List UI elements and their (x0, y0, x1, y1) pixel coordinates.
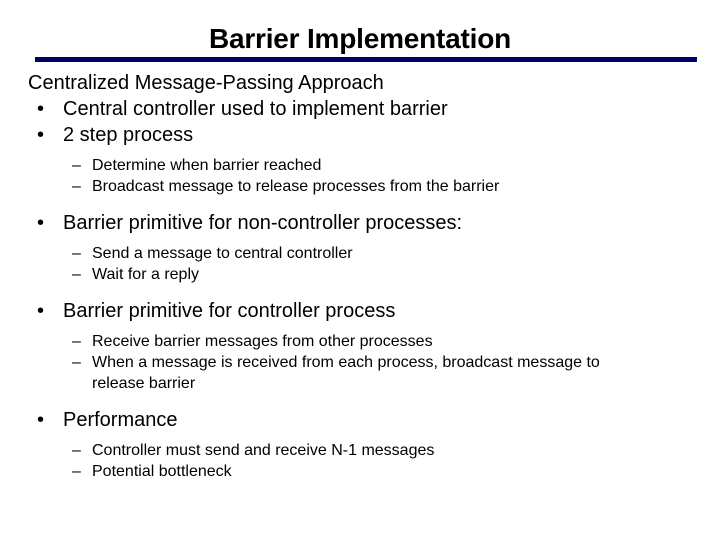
dash-bullet-icon: – (72, 178, 81, 195)
presentation-slide: Barrier Implementation Centralized Messa… (0, 0, 720, 540)
bullet-dot-icon: • (37, 409, 45, 431)
bullet-group-4: • Performance (0, 407, 720, 433)
subbullet-item-label: Send a message to central controller (92, 245, 353, 262)
subbullet-item-label: Wait for a reply (92, 266, 199, 283)
dash-bullet-icon: – (72, 333, 81, 350)
bullet-item-label: 2 step process (63, 124, 194, 146)
subbullet-item-receive-messages: – Receive barrier messages from other pr… (72, 331, 720, 352)
subbullet-group-2: – Send a message to central controller –… (0, 243, 720, 285)
subbullet-item-label: Receive barrier messages from other proc… (92, 333, 433, 350)
slide-title: Barrier Implementation (208, 23, 512, 54)
subbullet-item-label: Potential bottleneck (92, 463, 232, 480)
bullet-group-1: Centralized Message-Passing Approach • C… (0, 70, 720, 148)
bullet-group-3: • Barrier primitive for controller proce… (0, 298, 720, 324)
subbullet-item-n-minus-1-messages: – Controller must send and receive N-1 m… (72, 440, 720, 461)
bullet-item-label: Barrier primitive for controller process (63, 300, 396, 322)
subbullet-item-broadcast-release: – Broadcast message to release processes… (72, 176, 720, 197)
subbullet-group-4: – Controller must send and receive N-1 m… (0, 440, 720, 482)
bullet-dot-icon: • (37, 212, 45, 234)
bullet-item-central-controller: • Central controller used to implement b… (28, 96, 720, 122)
body-line-level0: Centralized Message-Passing Approach (28, 72, 384, 94)
dash-bullet-icon: – (72, 266, 81, 283)
subbullet-item-label: Broadcast message to release processes f… (92, 178, 500, 195)
dash-bullet-icon: – (72, 354, 81, 371)
subbullet-item-potential-bottleneck: – Potential bottleneck (72, 461, 720, 482)
dash-bullet-icon: – (72, 157, 81, 174)
dash-bullet-icon: – (72, 463, 81, 480)
subbullet-group-3: – Receive barrier messages from other pr… (0, 331, 720, 394)
dash-bullet-icon: – (72, 245, 81, 262)
slide-body: Centralized Message-Passing Approach • C… (0, 70, 720, 482)
dash-bullet-icon: – (72, 442, 81, 459)
bullet-item-performance: • Performance (28, 407, 720, 433)
subbullet-item-send-message: – Send a message to central controller (72, 243, 720, 264)
bullet-dot-icon: • (37, 98, 45, 120)
bullet-item-2-step-process: • 2 step process (28, 122, 720, 148)
bullet-item-label: Central controller used to implement bar… (63, 98, 448, 120)
subbullet-item-broadcast-on-receive: – When a message is received from each p… (72, 352, 648, 394)
subbullet-item-label: When a message is received from each pro… (92, 354, 600, 392)
bullet-item-label: Barrier primitive for non-controller pro… (63, 212, 463, 234)
subbullet-item-determine-barrier: – Determine when barrier reached (72, 155, 720, 176)
bullet-dot-icon: • (37, 124, 45, 146)
bullet-item-non-controller-primitive: • Barrier primitive for non-controller p… (28, 210, 720, 236)
bullet-dot-icon: • (37, 300, 45, 322)
bullet-group-2: • Barrier primitive for non-controller p… (0, 210, 720, 236)
subbullet-group-1: – Determine when barrier reached – Broad… (0, 155, 720, 197)
subbullet-item-label: Controller must send and receive N-1 mes… (92, 442, 435, 459)
subbullet-item-label: Determine when barrier reached (92, 157, 322, 174)
bullet-item-label: Performance (63, 409, 178, 431)
subbullet-item-wait-reply: – Wait for a reply (72, 264, 720, 285)
title-underline-rule (35, 57, 697, 62)
bullet-item-controller-primitive: • Barrier primitive for controller proce… (28, 298, 720, 324)
